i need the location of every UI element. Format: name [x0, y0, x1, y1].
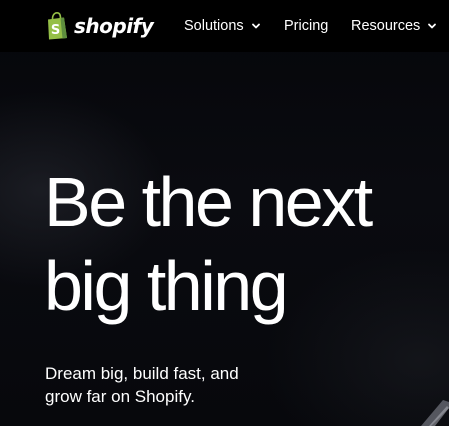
top-navigation: S shopify Solutions Pricing Resources: [0, 0, 449, 52]
hero-subheadline-line-2: grow far on Shopify.: [45, 387, 195, 406]
brand-wordmark: shopify: [74, 14, 154, 38]
hero-subheadline: Dream big, build fast, and grow far on S…: [45, 362, 285, 408]
background-light-streak: [421, 400, 449, 426]
hero-subheadline-line-1: Dream big, build fast, and: [45, 364, 239, 383]
nav-item-resources[interactable]: Resources: [351, 17, 437, 35]
hero-headline-line-1: Be the next: [44, 163, 373, 241]
nav-item-label: Pricing: [284, 18, 329, 34]
nav-item-label: Resources: [351, 18, 421, 34]
shopify-logo-link[interactable]: S shopify: [45, 11, 154, 41]
nav-item-pricing[interactable]: Pricing: [284, 17, 328, 35]
chevron-down-icon: [428, 23, 437, 29]
nav-item-solutions[interactable]: Solutions: [184, 17, 261, 35]
shopping-bag-icon: S: [48, 12, 67, 40]
svg-text:S: S: [51, 23, 60, 38]
page: S shopify Solutions Pricing Resources Be…: [0, 0, 449, 426]
hero-headline-line-2: big thing: [44, 247, 289, 325]
chevron-down-icon: [251, 23, 260, 29]
hero-headline: Be the next big thing: [44, 160, 444, 328]
nav-item-label: Solutions: [184, 18, 244, 34]
